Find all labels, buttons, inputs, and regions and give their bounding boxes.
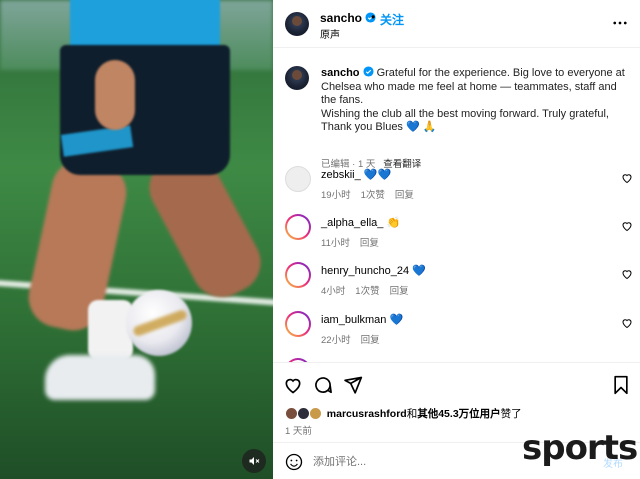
heart-icon[interactable] — [621, 268, 633, 280]
speaker-muted-icon — [249, 457, 260, 465]
audio-label[interactable]: 原声 — [320, 26, 340, 41]
comment-age: 19小时 — [321, 190, 351, 201]
player-boot — [45, 355, 155, 400]
comment-age: 4小时 — [321, 286, 346, 297]
comment-body: zebskii_ 💙💙 — [321, 168, 391, 181]
comment-text: 💙 — [389, 314, 404, 326]
comment-body: henry_huncho_24 💙 — [321, 264, 426, 277]
caption-line-2: Wishing the club all the best moving for… — [321, 107, 609, 134]
liker-username[interactable]: marcusrashford — [327, 408, 407, 420]
post-panel: sancho • 关注 原声 sancho Grateful for the e… — [273, 0, 640, 479]
comment-body: _alpha_ella_ 👏 — [321, 216, 400, 229]
reply-button[interactable]: 回复 — [360, 238, 379, 249]
comment-meta: 4小时 1次赞 回复 — [321, 283, 419, 297]
comment-text: 💙 — [412, 265, 426, 277]
comment-meta: 19小时 1次赞 回复 — [321, 187, 424, 201]
comment-meta: 11小时 回复 — [321, 235, 389, 249]
more-horizontal-icon[interactable] — [611, 14, 629, 32]
commenter-avatar[interactable] — [285, 262, 311, 288]
liker-avatar — [296, 407, 310, 420]
caption-text: sancho Grateful for the experience. Big … — [321, 66, 629, 135]
heart-icon[interactable] — [621, 317, 633, 329]
comment-item: iam_bulkman 💙 22小时 回复 — [285, 311, 635, 351]
commenter-avatar[interactable] — [285, 166, 311, 192]
reply-button[interactable]: 回复 — [361, 335, 380, 346]
paper-plane-icon[interactable] — [343, 375, 363, 395]
comment-text: 💙💙 — [363, 169, 392, 181]
comment-item: _alpha_ella_ 👏 11小时 回复 — [285, 214, 635, 254]
bookmark-icon[interactable] — [611, 375, 631, 395]
separator-dot: • — [371, 10, 376, 24]
comment-item: zebskii_ 💙💙 19小时 1次赞 回复 — [285, 166, 635, 206]
comment-likes[interactable]: 1次赞 — [355, 286, 379, 297]
likes-conj: 和 — [406, 408, 418, 420]
likes-others[interactable]: 其他45.3万位用户 — [417, 408, 500, 420]
likes-summary[interactable]: marcusrashford和其他45.3万位用户赞了 — [285, 406, 522, 421]
follow-button[interactable]: 关注 — [380, 11, 404, 28]
posted-time: 1 天前 — [285, 426, 312, 437]
commenter-avatar[interactable] — [285, 214, 311, 240]
reply-button[interactable]: 回复 — [390, 286, 409, 297]
post-video[interactable] — [0, 0, 273, 479]
reply-button[interactable]: 回复 — [395, 190, 414, 201]
author-username[interactable]: sancho — [320, 11, 376, 25]
comment-body: iam_bulkman 💙 — [321, 313, 403, 326]
verified-badge-icon — [362, 66, 374, 77]
comment-text: 👏 — [386, 217, 401, 229]
commenter-username[interactable]: henry_huncho_24 — [321, 265, 409, 277]
player-shorts — [60, 45, 230, 175]
heart-icon[interactable] — [283, 375, 303, 395]
mute-button[interactable] — [242, 449, 266, 473]
heart-icon[interactable] — [621, 220, 633, 232]
heart-icon[interactable] — [621, 172, 633, 184]
comment-meta: 22小时 回复 — [321, 332, 390, 346]
commenter-avatar[interactable] — [285, 311, 311, 337]
commenter-username[interactable]: zebskii_ — [321, 169, 361, 181]
caption-author[interactable]: sancho — [321, 67, 360, 79]
comment-bubble-icon[interactable] — [313, 375, 333, 395]
player-arm — [95, 60, 135, 130]
comment-item: henry_huncho_24 💙 4小时 1次赞 回复 — [285, 262, 635, 302]
commenter-username[interactable]: iam_bulkman — [321, 314, 386, 326]
author-avatar[interactable] — [285, 12, 309, 36]
smiley-icon[interactable] — [285, 453, 303, 471]
likes-suffix: 赞了 — [500, 408, 522, 420]
author-name-text[interactable]: sancho — [320, 11, 362, 25]
watermark-logo: sports — [522, 428, 638, 468]
comments-scroll-area[interactable]: sancho Grateful for the experience. Big … — [273, 48, 640, 362]
post-header: sancho • 关注 原声 — [273, 0, 640, 48]
caption-emojis: 💙 🙏 — [406, 121, 437, 133]
comment-likes[interactable]: 1次赞 — [361, 190, 385, 201]
liker-avatar — [308, 407, 322, 420]
caption-author-avatar[interactable] — [285, 66, 309, 90]
commenter-username[interactable]: _alpha_ella_ — [321, 217, 383, 229]
comment-age: 11小时 — [321, 238, 350, 249]
comment-age: 22小时 — [321, 335, 351, 346]
